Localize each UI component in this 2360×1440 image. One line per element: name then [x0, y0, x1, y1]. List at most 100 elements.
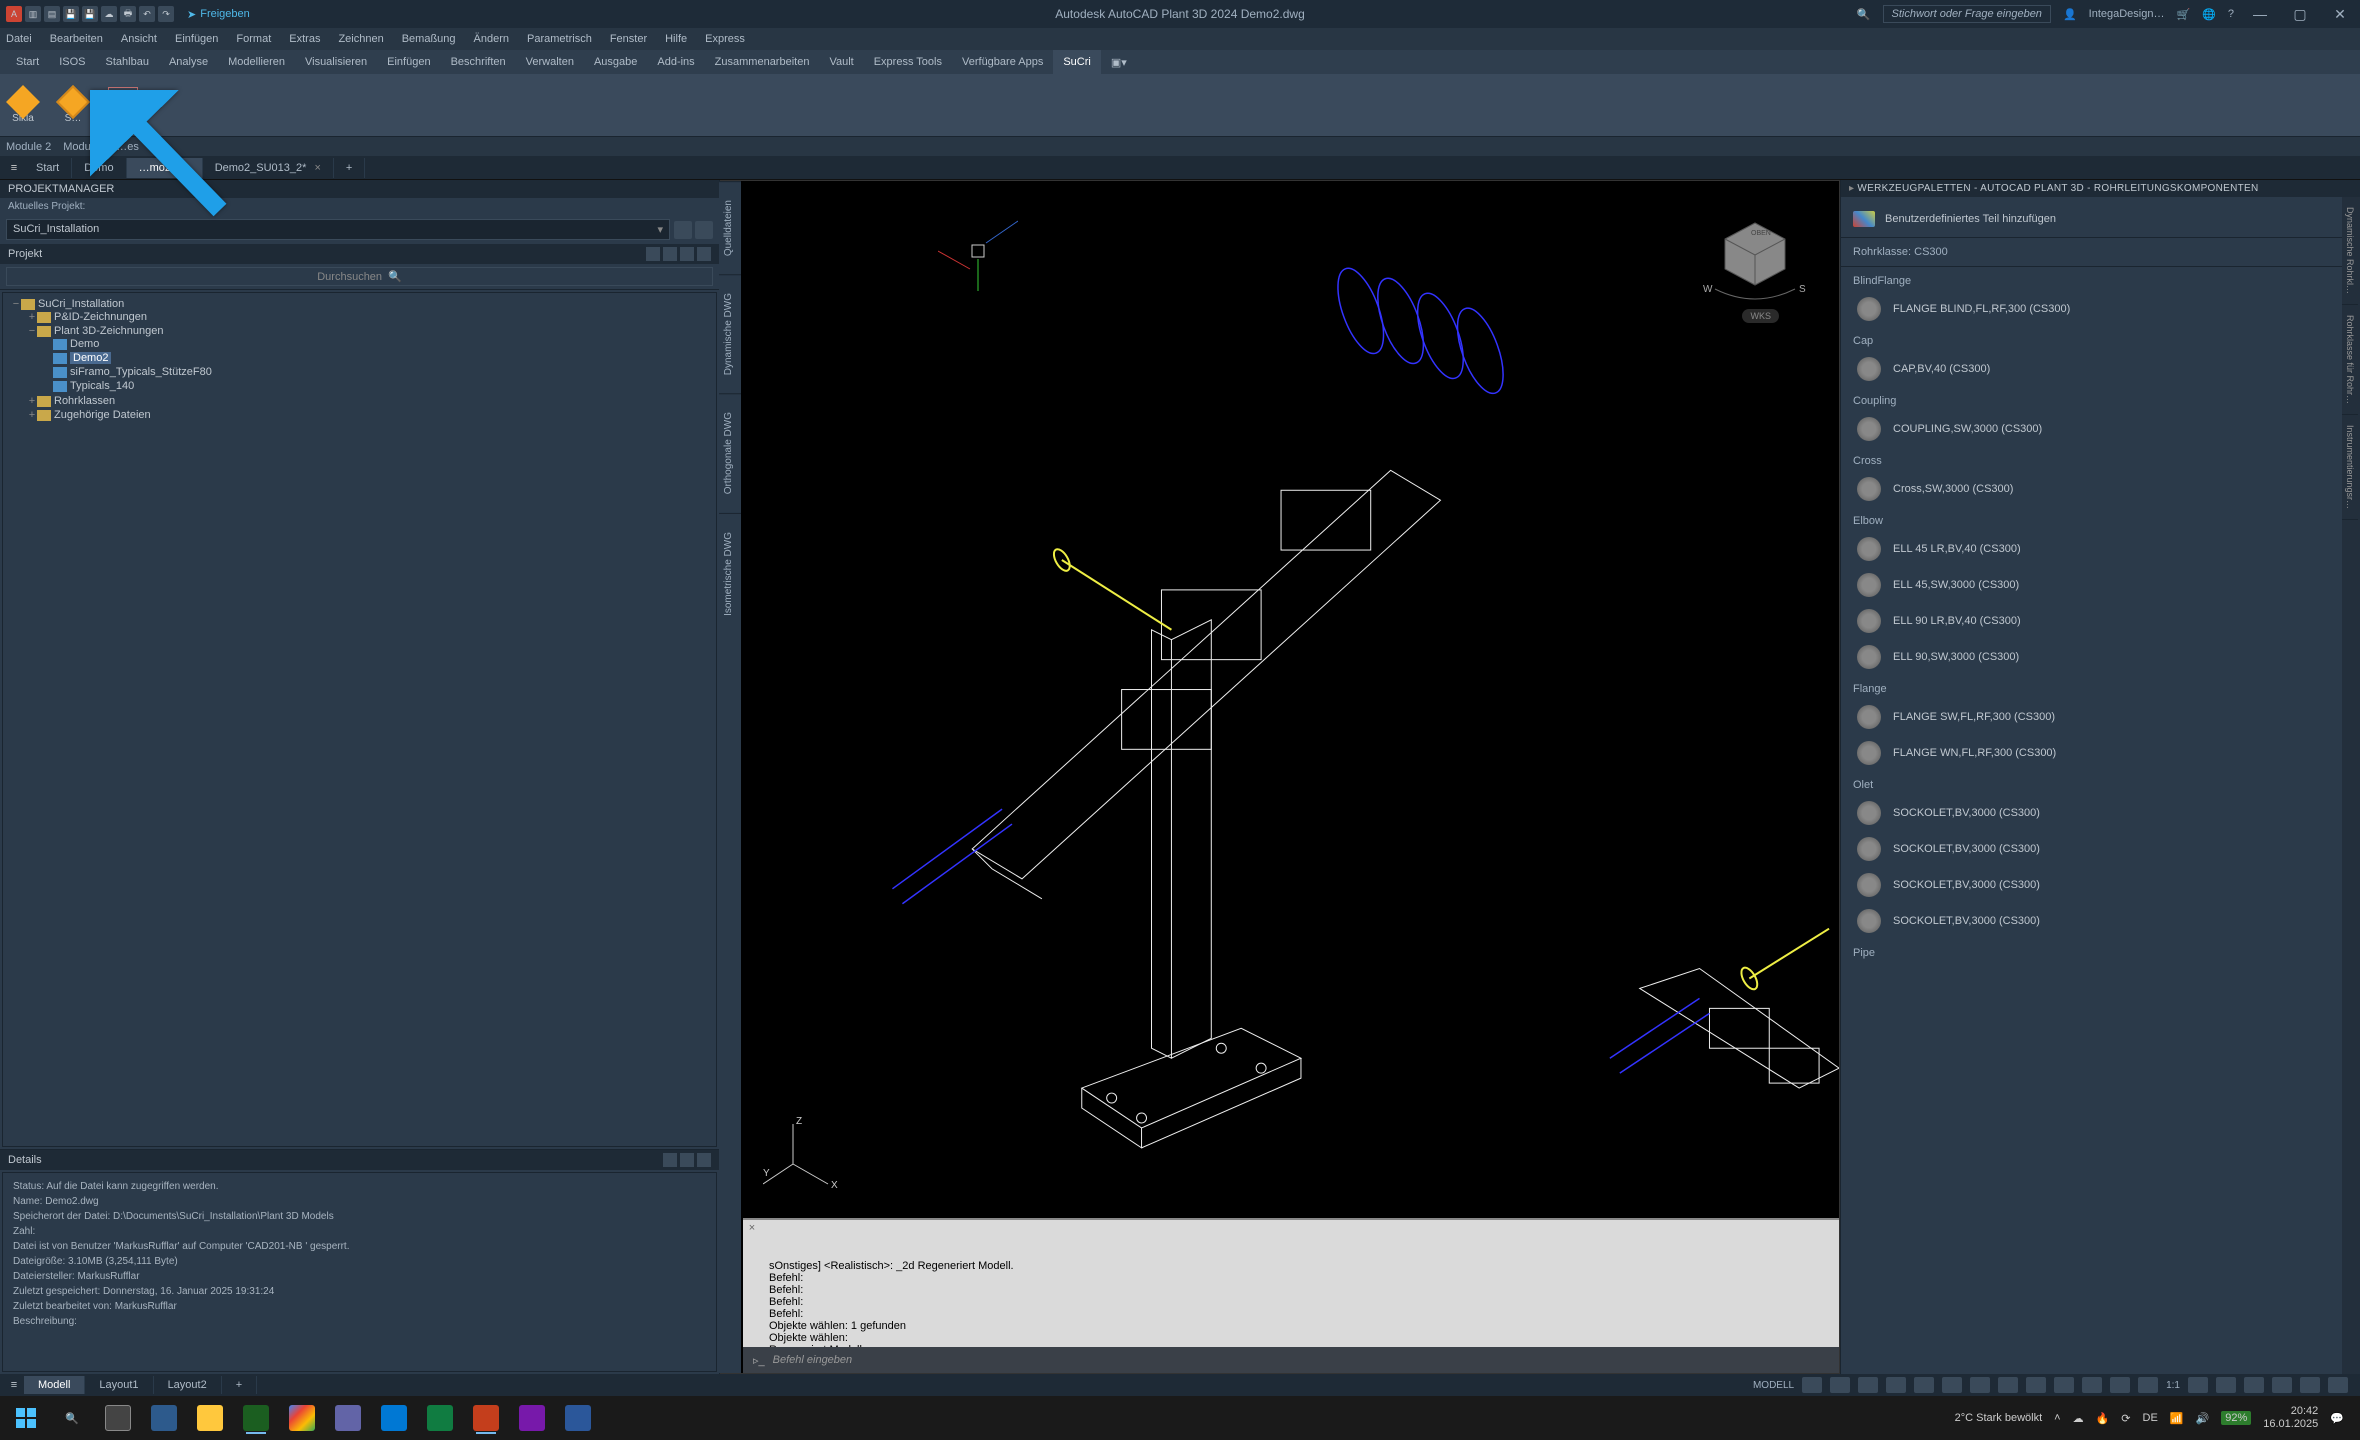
- menu-icon[interactable]: ≡: [4, 1379, 24, 1391]
- hardware-icon[interactable]: [2300, 1377, 2320, 1393]
- qat-undo-icon[interactable]: ↶: [139, 6, 155, 22]
- ribbon-tab-einfügen[interactable]: Einfügen: [377, 50, 440, 74]
- taskbar-app[interactable]: [512, 1402, 552, 1434]
- palette-item[interactable]: SOCKOLET,BV,3000 (CS300): [1841, 903, 2342, 939]
- osnap-icon[interactable]: [1914, 1377, 1934, 1393]
- add-custom-part-button[interactable]: Benutzerdefiniertes Teil hinzufügen: [1841, 201, 2342, 238]
- model-label[interactable]: MODELL: [1753, 1380, 1794, 1391]
- menu-bearbeiten[interactable]: Bearbeiten: [50, 33, 103, 45]
- taskbar-app[interactable]: [420, 1402, 460, 1434]
- menu-datei[interactable]: Datei: [6, 33, 32, 45]
- palette-vtab[interactable]: Rohrklasse für Rohr…: [2342, 305, 2358, 415]
- grid-icon[interactable]: [1802, 1377, 1822, 1393]
- tray-volume-icon[interactable]: 🔊: [2196, 1412, 2210, 1425]
- palette-vtab[interactable]: Instrumentierungsr…: [2342, 415, 2358, 520]
- qat-new-icon[interactable]: ▥: [25, 6, 41, 22]
- palette-item[interactable]: FLANGE WN,FL,RF,300 (CS300): [1841, 735, 2342, 771]
- tree-node[interactable]: +P&ID-Zeichnungen: [27, 310, 708, 324]
- menu-zeichnen[interactable]: Zeichnen: [338, 33, 383, 45]
- start-button[interactable]: [6, 1402, 46, 1434]
- taskbar-app[interactable]: [558, 1402, 598, 1434]
- taskbar-app[interactable]: [282, 1402, 322, 1434]
- lwt-icon[interactable]: [1970, 1377, 1990, 1393]
- customize-icon[interactable]: [2328, 1377, 2348, 1393]
- tray-chevron-icon[interactable]: ˄: [2054, 1412, 2060, 1424]
- palette-vtab[interactable]: Dynamische Rohrkl…: [2342, 197, 2358, 305]
- palette-item[interactable]: SOCKOLET,BV,3000 (CS300): [1841, 795, 2342, 831]
- isolate-icon[interactable]: [2244, 1377, 2264, 1393]
- 3dosnap-icon[interactable]: [2054, 1377, 2074, 1393]
- palette-item[interactable]: CAP,BV,40 (CS300): [1841, 351, 2342, 387]
- menu-extras[interactable]: Extras: [289, 33, 320, 45]
- ortho-icon[interactable]: [1858, 1377, 1878, 1393]
- palette-item[interactable]: ELL 90,SW,3000 (CS300): [1841, 639, 2342, 675]
- help-search-input[interactable]: Stichwort oder Frage eingeben: [1883, 5, 2051, 23]
- ribbon-tab-start[interactable]: Start: [6, 50, 49, 74]
- qat-save-icon[interactable]: 💾: [63, 6, 79, 22]
- palette-item[interactable]: FLANGE SW,FL,RF,300 (CS300): [1841, 699, 2342, 735]
- layout-tab[interactable]: Modell: [24, 1376, 85, 1394]
- settings-icon[interactable]: [695, 221, 713, 239]
- search-icon[interactable]: 🔍: [52, 1402, 92, 1434]
- new-tab-button[interactable]: +: [334, 158, 365, 178]
- tray-lang[interactable]: DE: [2143, 1412, 2158, 1424]
- taskbar-app[interactable]: [466, 1402, 506, 1434]
- tray-flame-icon[interactable]: 🔥: [2096, 1412, 2110, 1425]
- qat-cloud-icon[interactable]: ☁: [101, 6, 117, 22]
- viewport-side-tab[interactable]: Quelldateien: [719, 181, 741, 274]
- menu-fenster[interactable]: Fenster: [610, 33, 647, 45]
- tray-wifi-icon[interactable]: 📶: [2170, 1412, 2184, 1425]
- scale-combo[interactable]: 1:1: [2166, 1380, 2180, 1391]
- tree-leaf[interactable]: siFramo_Typicals_StützeF80: [43, 365, 708, 379]
- qat-open-icon[interactable]: ▤: [44, 6, 60, 22]
- menu-ändern[interactable]: Ändern: [474, 33, 509, 45]
- track-icon[interactable]: [1942, 1377, 1962, 1393]
- doc-tab[interactable]: …mo2*×: [127, 158, 203, 178]
- ribbon-manager-button[interactable]: …ager: [108, 87, 138, 124]
- tree-leaf[interactable]: Demo: [43, 337, 708, 351]
- ribbon-tab-sucri[interactable]: SuCri: [1053, 50, 1101, 74]
- menu-express[interactable]: Express: [705, 33, 745, 45]
- taskbar-app[interactable]: [190, 1402, 230, 1434]
- tool-icon[interactable]: [680, 1153, 694, 1167]
- dyn-icon[interactable]: [2082, 1377, 2102, 1393]
- palette-item[interactable]: SOCKOLET,BV,3000 (CS300): [1841, 867, 2342, 903]
- module-tab[interactable]: …es: [116, 141, 139, 153]
- user-name[interactable]: IntegaDesign…: [2089, 8, 2165, 20]
- palette-item[interactable]: ELL 45 LR,BV,40 (CS300): [1841, 531, 2342, 567]
- close-icon[interactable]: ×: [314, 162, 320, 174]
- weather-widget[interactable]: 2°C Stark bewölkt: [1955, 1412, 2043, 1424]
- cycle-icon[interactable]: [2026, 1377, 2046, 1393]
- ribbon-sucri-button[interactable]: S…: [58, 87, 88, 124]
- palette-item[interactable]: COUPLING,SW,3000 (CS300): [1841, 411, 2342, 447]
- refresh-icon[interactable]: [674, 221, 692, 239]
- palette-item[interactable]: Cross,SW,3000 (CS300): [1841, 471, 2342, 507]
- close-icon[interactable]: ×: [745, 1222, 759, 1234]
- drawing-viewport[interactable]: X Z Y OBEN W S WKS: [743, 181, 1839, 1218]
- tree-node[interactable]: +Rohrklassen: [27, 394, 708, 408]
- polar-icon[interactable]: [1886, 1377, 1906, 1393]
- project-combo[interactable]: SuCri_Installation▾: [6, 219, 670, 240]
- menu-format[interactable]: Format: [236, 33, 271, 45]
- ribbon-expand-icon[interactable]: ▣▾: [1101, 50, 1137, 74]
- view-cube[interactable]: OBEN W S: [1695, 197, 1815, 317]
- palette-item[interactable]: ELL 90 LR,BV,40 (CS300): [1841, 603, 2342, 639]
- doc-tab[interactable]: Demo2_SU013_2*×: [203, 158, 334, 178]
- tray-cloud-icon[interactable]: ☁: [2073, 1412, 2084, 1425]
- tool-icon[interactable]: [646, 247, 660, 261]
- taskbar-app[interactable]: [236, 1402, 276, 1434]
- project-search-input[interactable]: Durchsuchen🔍: [6, 267, 713, 286]
- qat-print-icon[interactable]: 🖶: [120, 6, 136, 22]
- ribbon-tab-ausgabe[interactable]: Ausgabe: [584, 50, 647, 74]
- tray-sync-icon[interactable]: ⟳: [2121, 1412, 2130, 1425]
- module-tab[interactable]: Modul…: [63, 141, 104, 153]
- tree-leaf[interactable]: Typicals_140: [43, 379, 708, 393]
- anno-icon[interactable]: [2138, 1377, 2158, 1393]
- doc-tab[interactable]: Start: [24, 158, 72, 178]
- ribbon-tab-verwalten[interactable]: Verwalten: [516, 50, 584, 74]
- viewport-side-tab[interactable]: Dynamische DWG: [719, 274, 741, 393]
- command-input[interactable]: ▹_ Befehl eingeben: [743, 1347, 1839, 1373]
- palette-item[interactable]: ELL 45,SW,3000 (CS300): [1841, 567, 2342, 603]
- ribbon-tab-visualisieren[interactable]: Visualisieren: [295, 50, 377, 74]
- tray-battery[interactable]: 92%: [2221, 1411, 2251, 1425]
